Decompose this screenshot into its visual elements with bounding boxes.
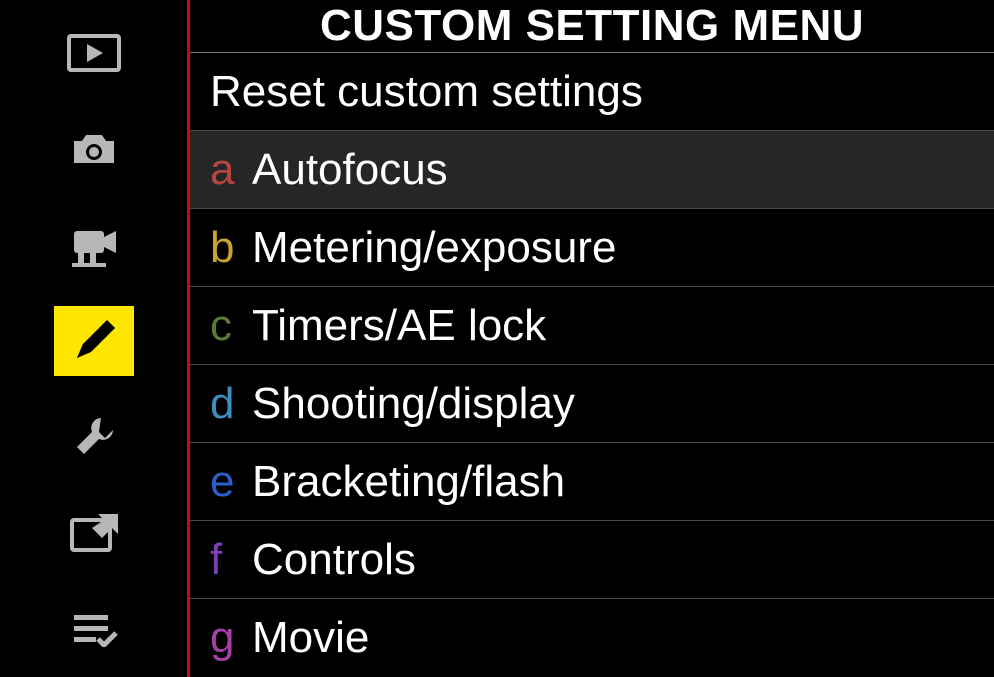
- mymenu-icon: [70, 611, 118, 647]
- menu-row-movie[interactable]: g Movie: [190, 599, 994, 677]
- menu-row-autofocus[interactable]: a Autofocus: [190, 131, 994, 209]
- camera-icon: [68, 129, 120, 169]
- menu-prefix: c: [210, 301, 252, 351]
- sidebar-item-retouch[interactable]: [54, 498, 134, 568]
- menu-row-metering[interactable]: b Metering/exposure: [190, 209, 994, 287]
- sidebar-item-playback[interactable]: [54, 18, 134, 88]
- menu-prefix: d: [210, 379, 252, 429]
- menu-label: Metering/exposure: [252, 223, 616, 273]
- menu-row-bracketing[interactable]: e Bracketing/flash: [190, 443, 994, 521]
- sidebar-item-video[interactable]: [54, 210, 134, 280]
- menu-list: Reset custom settings a Autofocus b Mete…: [190, 53, 994, 677]
- pencil-icon: [69, 316, 119, 366]
- menu-row-shooting[interactable]: d Shooting/display: [190, 365, 994, 443]
- menu-row-controls[interactable]: f Controls: [190, 521, 994, 599]
- menu-prefix: f: [210, 535, 252, 585]
- retouch-icon: [68, 512, 120, 554]
- menu-row-timers[interactable]: c Timers/AE lock: [190, 287, 994, 365]
- playback-icon: [67, 34, 121, 72]
- sidebar-item-mymenu[interactable]: [54, 594, 134, 664]
- menu-prefix: b: [210, 223, 252, 273]
- video-icon: [68, 223, 120, 267]
- menu-label: Shooting/display: [252, 379, 575, 429]
- wrench-icon: [71, 414, 117, 460]
- menu-label: Autofocus: [252, 145, 448, 195]
- menu-label: Movie: [252, 613, 369, 663]
- menu-label: Timers/AE lock: [252, 301, 546, 351]
- menu-prefix: e: [210, 457, 252, 507]
- page-title-text: CUSTOM SETTING MENU: [320, 1, 864, 51]
- main-panel: CUSTOM SETTING MENU Reset custom setting…: [190, 0, 994, 677]
- sidebar: [0, 0, 190, 677]
- sidebar-item-camera[interactable]: [54, 114, 134, 184]
- menu-label: Bracketing/flash: [252, 457, 565, 507]
- menu-label: Controls: [252, 535, 416, 585]
- menu-prefix: g: [210, 613, 252, 663]
- menu-prefix: a: [210, 145, 252, 195]
- sidebar-item-setup[interactable]: [54, 402, 134, 472]
- menu-row-reset[interactable]: Reset custom settings: [190, 53, 994, 131]
- sidebar-item-custom[interactable]: [54, 306, 134, 376]
- menu-label: Reset custom settings: [210, 67, 643, 117]
- page-title: CUSTOM SETTING MENU: [190, 0, 994, 53]
